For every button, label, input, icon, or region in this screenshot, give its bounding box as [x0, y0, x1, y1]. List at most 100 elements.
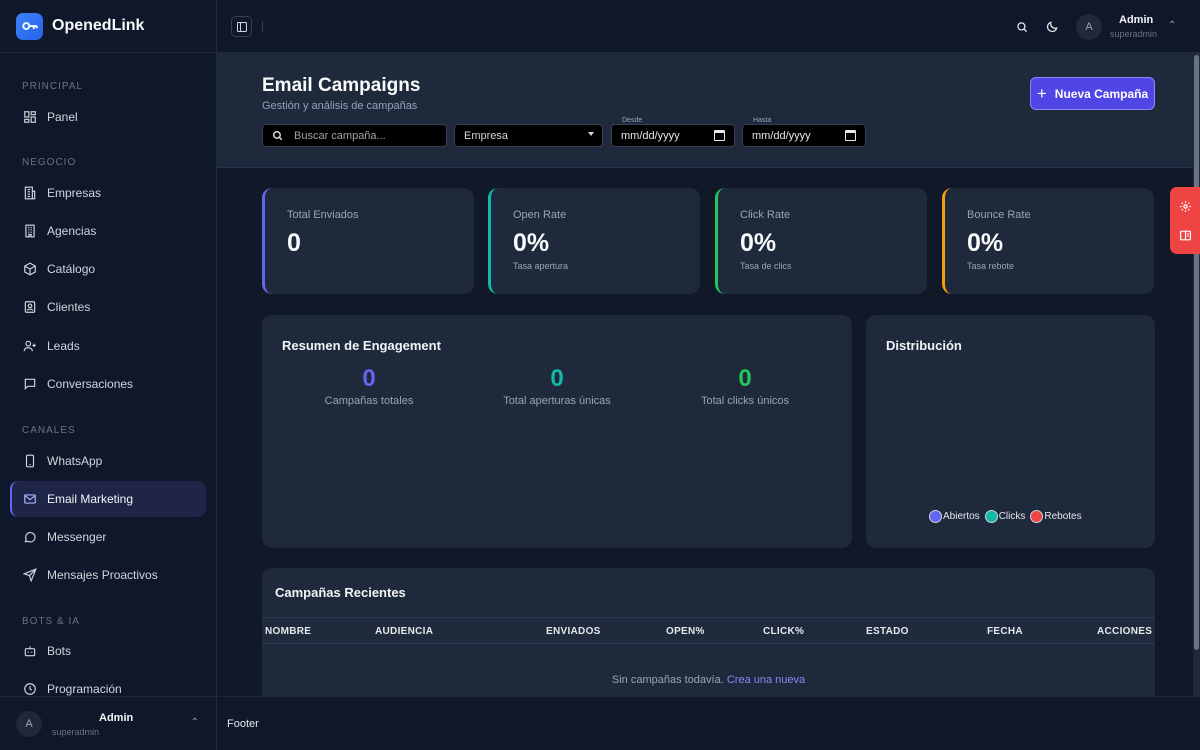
date-from-field[interactable]: Desde mm/dd/yyyy [611, 117, 735, 147]
sidebar-user-menu[interactable]: A Admin superadmin ⌃ [0, 696, 217, 750]
calendar-icon[interactable] [714, 130, 725, 141]
scrollbar[interactable] [1193, 53, 1200, 696]
legend-label: Clicks [998, 511, 1026, 522]
search-icon [273, 131, 283, 141]
section-label-canales: CANALES [22, 425, 76, 436]
avatar: A [16, 710, 42, 737]
legend-item-abiertos[interactable]: Abiertos [929, 510, 980, 523]
chart-legend: Abiertos Clicks Rebotes [929, 510, 1087, 523]
box-icon [22, 261, 38, 277]
sidebar: OpenedLink PRINCIPAL Panel NEGOCIO Empre… [0, 0, 217, 750]
sidebar-item-label: WhatsApp [47, 454, 103, 468]
engagement-panel: Resumen de Engagement 0 Campañas totales… [262, 315, 852, 548]
column-header[interactable]: AUDIENCIA [375, 626, 433, 637]
sidebar-item-label: Panel [47, 110, 78, 124]
column-header[interactable]: FECHA [987, 626, 1023, 637]
sidebar-item-conversaciones[interactable]: Conversaciones [10, 366, 206, 402]
message-circle-icon [22, 529, 38, 545]
legend-label: Abiertos [943, 511, 980, 522]
user-role: superadmin [1110, 29, 1158, 39]
column-header[interactable]: ACCIONES [1097, 626, 1152, 637]
stat-card-open-rate: Open Rate 0% Tasa apertura [488, 188, 700, 294]
metric-value: 0 [550, 365, 564, 392]
search-input[interactable] [294, 129, 434, 142]
stat-label: Open Rate [513, 209, 567, 221]
sidebar-item-clientes[interactable]: Clientes [10, 289, 206, 325]
moon-icon[interactable] [1044, 19, 1060, 35]
avatar[interactable]: A [1076, 14, 1102, 40]
sidebar-item-bots[interactable]: Bots [10, 633, 206, 669]
user-name: Admin [99, 712, 134, 724]
legend-swatch [984, 510, 998, 523]
floating-toolbar [1170, 187, 1200, 254]
date-from-label: Desde [620, 117, 645, 124]
sidebar-item-leads[interactable]: Leads [10, 328, 206, 364]
stat-sub: Tasa apertura [513, 261, 569, 271]
layout-icon[interactable] [1178, 228, 1192, 242]
settings-icon[interactable] [1178, 199, 1192, 213]
legend-swatch [1030, 510, 1044, 523]
page-title: Email Campaigns [262, 75, 421, 96]
calendar-icon[interactable] [845, 130, 856, 141]
chat-icon [22, 376, 38, 392]
stat-sub: Tasa rebote [967, 261, 1015, 271]
new-campaign-button[interactable]: + Nueva Campaña [1030, 77, 1155, 110]
search-box [262, 124, 447, 147]
stat-card-click-rate: Click Rate 0% Tasa de clics [715, 188, 927, 294]
page-subtitle: Gestión y análisis de campañas [262, 100, 418, 112]
sidebar-item-email-marketing[interactable]: Email Marketing [10, 481, 206, 517]
sidebar-item-empresas[interactable]: Empresas [10, 175, 206, 211]
topbar: A Admin superadmin ⌃ [217, 0, 1200, 53]
sidebar-item-messenger[interactable]: Messenger [10, 519, 206, 555]
page-header: Email Campaigns Gestión y análisis de ca… [217, 53, 1193, 168]
search-icon[interactable] [1014, 19, 1030, 35]
stat-sub: Tasa de clics [740, 261, 792, 271]
column-header[interactable]: NOMBRE [265, 626, 311, 637]
distribution-title: Distribución [886, 338, 962, 353]
key-logo-icon [16, 12, 43, 40]
sidebar-toggle-button[interactable] [231, 16, 252, 37]
metric-label: Total clicks únicos [700, 395, 790, 407]
sidebar-item-panel[interactable]: Panel [10, 99, 206, 135]
section-label-negocio: NEGOCIO [22, 157, 77, 168]
metric-unique-clicks: 0 Total clicks únicos [655, 365, 835, 407]
date-to-value: mm/dd/yyyy [752, 129, 811, 142]
sidebar-item-mensajes-proactivos[interactable]: Mensajes Proactivos [10, 557, 206, 593]
company-select-value: Empresa [464, 129, 509, 142]
create-campaign-link[interactable]: Crea una nueva [727, 674, 805, 686]
legend-item-rebotes[interactable]: Rebotes [1030, 510, 1082, 523]
column-header[interactable]: ENVIADOS [546, 626, 601, 637]
sidebar-item-label: Messenger [47, 530, 107, 544]
scrollbar-thumb[interactable] [1194, 55, 1199, 650]
chevron-up-icon[interactable]: ⌃ [1168, 20, 1176, 31]
mail-icon [22, 491, 38, 507]
sidebar-item-programacion[interactable]: Programación [10, 671, 206, 696]
column-header[interactable]: CLICK% [763, 626, 804, 637]
stat-label: Bounce Rate [967, 209, 1031, 221]
date-from-value: mm/dd/yyyy [621, 129, 680, 142]
table-header: NOMBRE AUDIENCIA ENVIADOS OPEN% CLICK% E… [262, 617, 1155, 644]
footer-text: Footer [227, 718, 259, 730]
stat-card-total-sent: Total Enviados 0 [262, 188, 474, 294]
main-content: Email Campaigns Gestión y análisis de ca… [217, 53, 1193, 696]
column-header[interactable]: OPEN% [666, 626, 705, 637]
date-to-field[interactable]: Hasta mm/dd/yyyy [742, 117, 866, 147]
office-icon [22, 223, 38, 239]
metric-value: 0 [738, 365, 752, 392]
sidebar-item-catalogo[interactable]: Catálogo [10, 251, 206, 287]
sidebar-nav: PRINCIPAL Panel NEGOCIO Empresas Agencia… [0, 53, 216, 696]
legend-item-clicks[interactable]: Clicks [984, 510, 1026, 523]
legend-swatch [929, 510, 942, 523]
divider [262, 21, 263, 32]
column-header[interactable]: ESTADO [866, 626, 909, 637]
sidebar-item-label: Leads [47, 339, 80, 353]
sidebar-item-whatsapp[interactable]: WhatsApp [10, 443, 206, 479]
metric-label: Campañas totales [324, 395, 414, 407]
section-label-bots: BOTS & IA [22, 616, 80, 627]
brand[interactable]: OpenedLink [0, 0, 216, 53]
legend-label: Rebotes [1044, 511, 1082, 522]
company-select[interactable]: Empresa [454, 124, 603, 147]
grid-icon [22, 109, 38, 125]
distribution-panel: Distribución Abiertos Clicks Rebotes [866, 315, 1155, 548]
sidebar-item-agencias[interactable]: Agencias [10, 213, 206, 249]
